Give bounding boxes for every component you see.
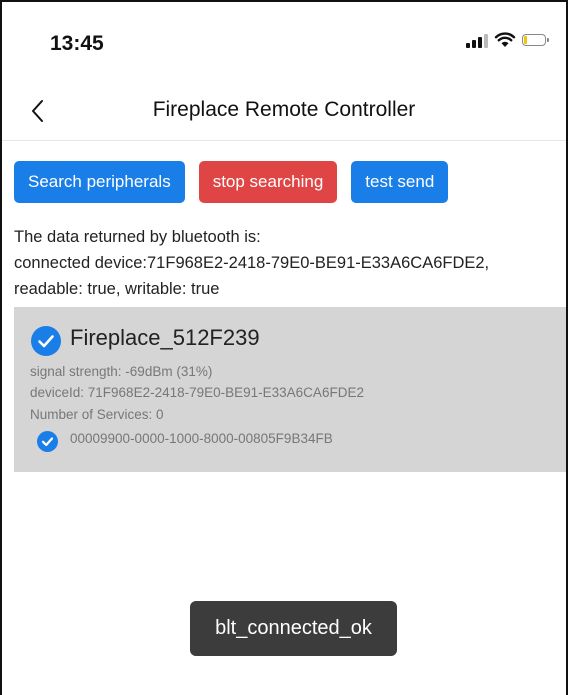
device-selected-check-icon: [31, 326, 61, 356]
battery-icon: [522, 34, 549, 46]
service-count: Number of Services: 0: [30, 407, 164, 422]
device-id: deviceId: 71F968E2-2418-79E0-BE91-E33A6C…: [30, 385, 364, 400]
info-heading: The data returned by bluetooth is:: [14, 228, 261, 246]
signal-icon: [466, 32, 488, 48]
stop-searching-button[interactable]: stop searching: [198, 161, 338, 203]
connected-device-text: connected device:71F968E2-2418-79E0-BE91…: [14, 254, 490, 272]
bluetooth-info: The data returned by bluetooth is: conne…: [14, 224, 562, 302]
signal-strength: signal strength: -69dBm (31%): [30, 364, 213, 379]
toast-message: blt_connected_ok: [190, 601, 397, 656]
nav-bar: Fireplace Remote Controller: [2, 84, 566, 141]
service-check-icon[interactable]: [37, 431, 58, 452]
service-uuid: 00009900-0000-1000-8000-00805F9B34FB: [70, 431, 333, 446]
device-name: Fireplace_512F239: [70, 325, 260, 350]
wifi-icon: [494, 32, 516, 47]
read-write-status: readable: true, writable: true: [14, 280, 220, 298]
status-bar: 13:45: [2, 2, 566, 82]
action-buttons: Search peripherals stop searching test s…: [14, 161, 449, 203]
page-title: Fireplace Remote Controller: [152, 98, 416, 121]
test-send-button[interactable]: test send: [351, 161, 449, 203]
status-time: 13:45: [50, 32, 104, 55]
status-icons: [466, 32, 549, 48]
device-card[interactable]: Fireplace_512F239 signal strength: -69dB…: [14, 307, 566, 472]
phone-screen: 13:45 Fireplace Remote Controller Search…: [0, 0, 568, 695]
search-peripherals-button[interactable]: Search peripherals: [14, 161, 185, 203]
